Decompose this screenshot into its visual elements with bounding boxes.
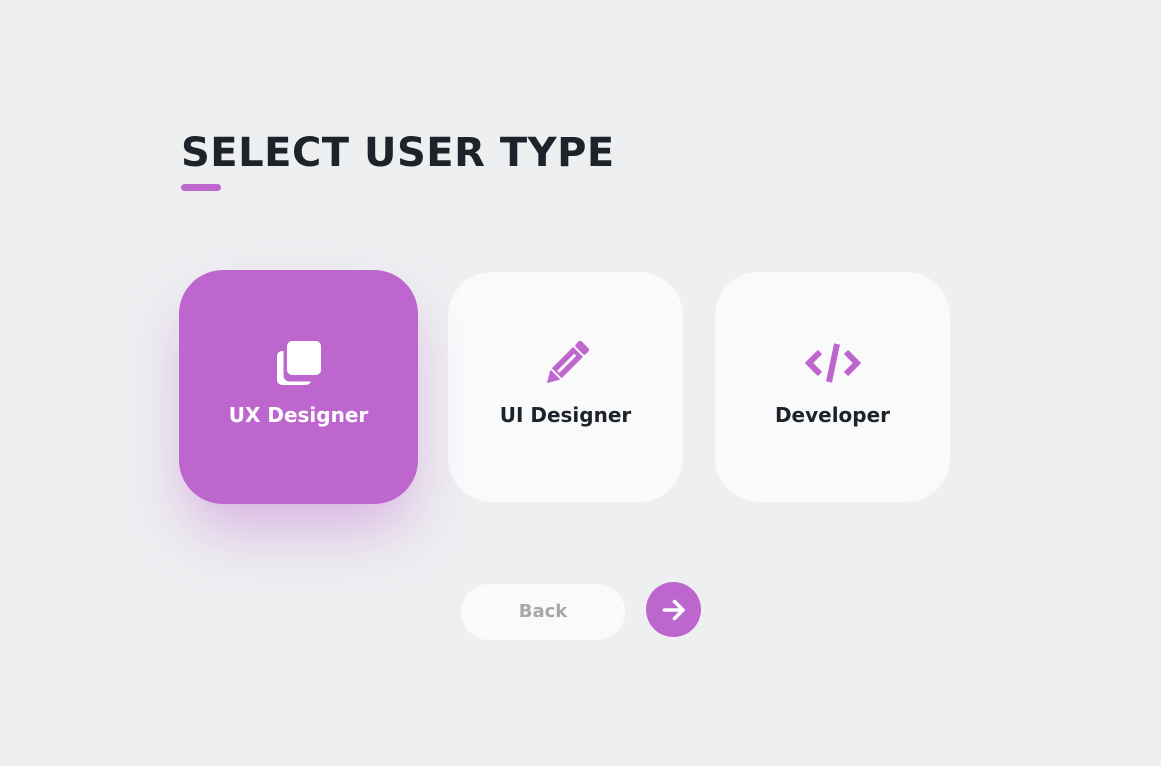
code-icon [804,341,861,391]
next-button[interactable] [646,582,701,637]
page-title: SELECT USER TYPE [181,130,615,176]
copy-icon [276,340,322,390]
user-type-label: UI Designer [499,403,632,427]
title-underline [181,184,221,191]
user-type-page: SELECT USER TYPE UX Designer UI Designer… [0,0,1161,766]
user-type-card-ux-designer[interactable]: UX Designer [179,270,418,504]
back-button[interactable]: Back [461,584,625,640]
user-type-card-ui-designer[interactable]: UI Designer [448,272,683,502]
user-type-label: UX Designer [228,403,369,427]
user-type-card-developer[interactable]: Developer [715,272,950,502]
pencil-icon [543,340,589,391]
user-type-label: Developer [774,403,891,427]
